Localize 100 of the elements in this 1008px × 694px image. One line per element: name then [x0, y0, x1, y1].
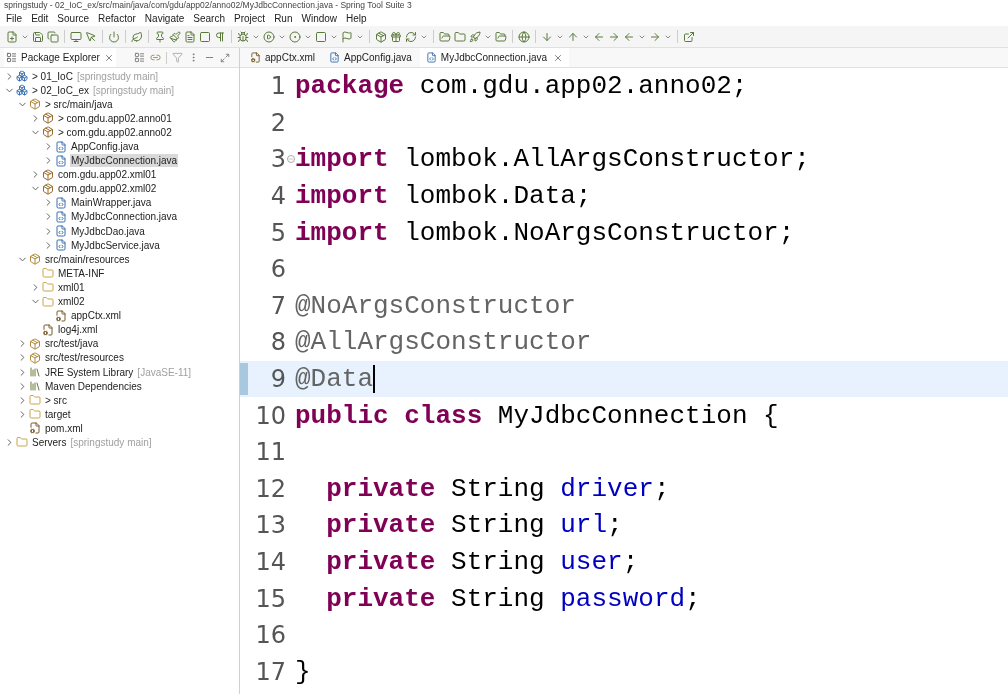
tree-item[interactable]: MyJdbcConnection.java [70, 210, 179, 224]
xml-file-icon [55, 309, 67, 322]
code-line: private String driver; [325, 472, 670, 506]
menu-item[interactable]: Window [301, 11, 338, 25]
save-icon[interactable] [32, 30, 44, 43]
forward-icon[interactable] [649, 30, 661, 43]
text-cursor [373, 365, 375, 394]
menu-item[interactable]: Source [57, 11, 90, 25]
pilcrow-icon[interactable] [214, 30, 226, 43]
code-line: import lombok.NoArgsConstructor; [295, 216, 795, 250]
document-icon[interactable] [184, 30, 196, 43]
line-number: 16 [254, 620, 286, 652]
editor-tab[interactable]: MyJdbcConnection.java [419, 48, 569, 67]
tree-item[interactable]: > com.gdu.app02.anno02 [57, 125, 173, 139]
tree-item[interactable]: MyJdbcConnection.java [70, 154, 179, 168]
menu-item[interactable]: Project [234, 11, 266, 25]
xml-file-icon [250, 52, 261, 63]
menu-item[interactable]: Search [193, 11, 225, 25]
line-number: 11 [254, 437, 286, 469]
tree-item[interactable]: src/test/resources [44, 351, 125, 365]
line-number: 8 [269, 327, 286, 359]
tree-item[interactable]: target [44, 407, 72, 421]
maximize-icon[interactable] [219, 52, 230, 63]
tree-item[interactable]: src/test/java [44, 337, 100, 351]
tree-item[interactable]: xml01 [57, 280, 86, 294]
debug-icon[interactable] [237, 30, 249, 43]
globe-icon[interactable] [518, 30, 530, 43]
tree-item[interactable]: JRE System Library [44, 365, 135, 379]
new-file-icon[interactable] [6, 30, 18, 43]
package-icon[interactable] [375, 30, 387, 43]
menu-item[interactable]: Help [346, 11, 367, 25]
xml-file-icon [29, 422, 41, 435]
back-icon[interactable] [623, 30, 635, 43]
filter-icon[interactable] [171, 52, 183, 63]
brush-icon[interactable] [169, 30, 181, 43]
line-number: 6 [269, 254, 286, 286]
refresh-icon[interactable] [405, 30, 417, 43]
code-line: } [295, 655, 311, 689]
tree-item[interactable]: > src [44, 393, 68, 407]
close-icon[interactable] [553, 52, 563, 63]
menu-item[interactable]: Run [274, 11, 293, 25]
tree-item[interactable]: > 01_IoC [31, 69, 74, 83]
tree-item[interactable]: META-INF [57, 266, 106, 280]
tree-item[interactable]: com.gdu.app02.xml01 [57, 168, 158, 182]
tree-item-decoration: [springstudy main] [76, 69, 159, 83]
tree-item[interactable]: AppConfig.java [70, 140, 140, 153]
tree-item[interactable]: MainWrapper.java [70, 196, 153, 210]
tree-item[interactable]: com.gdu.app02.xml02 [57, 182, 158, 196]
menu-item[interactable]: File [6, 11, 23, 25]
code-line: @NoArgsConstructor [295, 289, 576, 323]
tree-item[interactable]: xml02 [57, 295, 86, 309]
package-icon [42, 112, 54, 125]
leaf-icon[interactable] [131, 30, 143, 43]
run-icon[interactable] [263, 30, 275, 43]
code-line: import lombok.Data; [295, 180, 592, 214]
pointer-icon[interactable] [85, 30, 97, 43]
line-number: 1 [269, 71, 286, 103]
code-line: @AllArgsConstructor [295, 326, 592, 360]
folder-icon [42, 295, 54, 308]
tree-item-decoration: [springstudy main] [93, 83, 175, 97]
source-folder-icon [29, 351, 41, 364]
source-folder-icon [29, 253, 41, 266]
menu-item[interactable]: Refactor [98, 11, 136, 25]
tree-item[interactable]: appCtx.xml [70, 309, 122, 323]
java-file-icon [425, 52, 437, 63]
code-line: import lombok.AllArgsConstructor; [295, 143, 810, 177]
tree-item[interactable]: MyJdbcDao.java [70, 224, 146, 238]
close-icon[interactable] [103, 52, 114, 63]
stop-icon[interactable] [315, 30, 327, 43]
pin-icon[interactable] [154, 30, 166, 43]
xml-file-icon [42, 323, 54, 336]
menu-item[interactable]: Navigate [144, 11, 185, 25]
power-icon[interactable] [108, 30, 120, 43]
tree-item[interactable]: > com.gdu.app02.anno01 [57, 111, 173, 125]
tree-item[interactable]: log4j.xml [57, 323, 99, 337]
code-line: @Data [295, 363, 373, 397]
flag-icon[interactable] [341, 30, 353, 43]
tree-item[interactable]: Servers [31, 436, 68, 449]
tree-item[interactable]: > src/main/java [44, 97, 114, 111]
package-icon [42, 168, 54, 181]
folder-icon[interactable] [454, 30, 466, 43]
java-file-icon [55, 211, 67, 223]
link-icon[interactable] [149, 52, 161, 63]
line-number: 4 [269, 181, 286, 213]
java-file-icon [55, 154, 67, 167]
tree-item[interactable]: Maven Dependencies [44, 379, 143, 393]
tree-item[interactable]: src/main/resources [44, 252, 131, 266]
tree-item[interactable]: MyJdbcService.java [70, 238, 161, 252]
source-folder-icon [29, 337, 41, 350]
rocket-icon[interactable] [469, 30, 481, 43]
java-file-icon [55, 225, 67, 238]
line-number: 10 [254, 400, 286, 432]
library-icon [29, 366, 41, 378]
tree-item[interactable]: > 02_IoC_ex [31, 83, 90, 97]
open-folder-icon[interactable] [439, 30, 451, 43]
view-tab[interactable]: Package Explorer [4, 48, 116, 67]
package-icon [42, 182, 54, 195]
tree-item[interactable]: pom.xml [44, 421, 84, 435]
window-title: springstudy - 02_IoC_ex/src/main/java/com/gdu/app02/anno02/MyJdbcConnection.java - Spring Tool Suite 3 [4, 0, 412, 10]
menu-item[interactable]: Edit [31, 11, 49, 25]
